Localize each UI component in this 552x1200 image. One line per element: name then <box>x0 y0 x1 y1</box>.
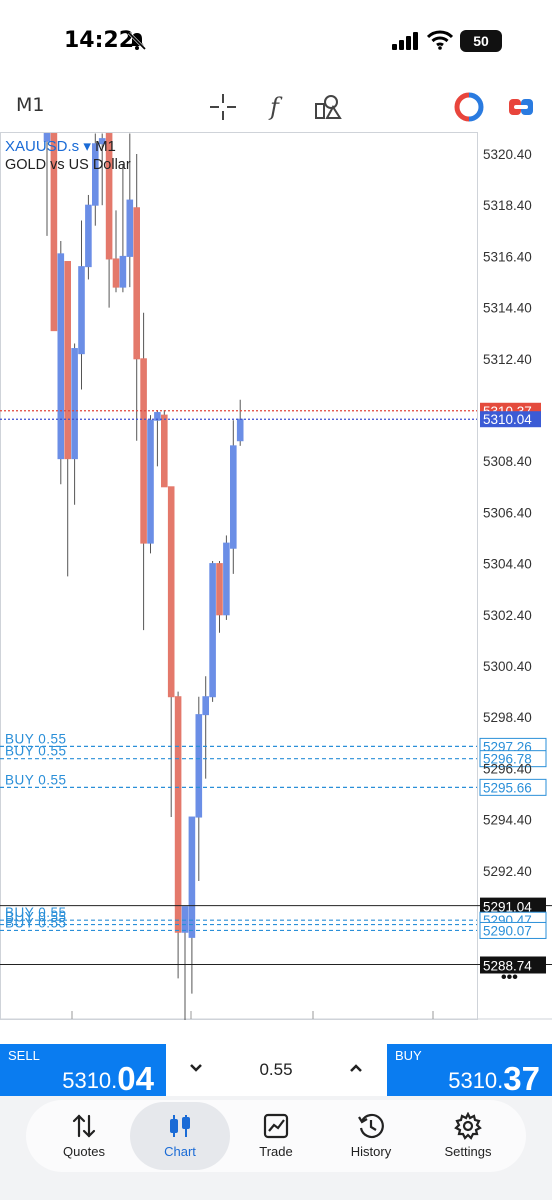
nav-history[interactable]: History <box>321 1102 421 1170</box>
wifi-icon <box>427 30 453 50</box>
nav-chart[interactable]: Chart <box>130 1102 230 1170</box>
trade-line-chart-icon <box>263 1113 289 1139</box>
order-label: BUY 0.55 <box>5 772 67 787</box>
candle-body <box>209 563 216 698</box>
history-clock-icon <box>358 1113 384 1139</box>
buy-price: 5310.37 <box>448 1060 540 1097</box>
trade-levels-icon[interactable] <box>506 92 536 122</box>
quotes-arrows-icon <box>72 1114 96 1138</box>
candle-body <box>78 266 85 355</box>
plot-frame <box>0 132 478 1020</box>
candle-body <box>133 207 140 360</box>
candle-body <box>195 714 203 818</box>
cellular-signal-icon <box>392 32 418 50</box>
one-click-trading-icon[interactable] <box>454 92 484 122</box>
price-tick-label: 5296.40 <box>483 761 532 776</box>
status-bar: 14:22 50 <box>0 0 552 80</box>
settings-gear-icon <box>454 1112 482 1140</box>
symbol-description: GOLD vs US Dollar <box>5 157 131 173</box>
price-tick-label: 5320.40 <box>483 147 532 162</box>
symbol-dropdown-icon[interactable]: ▾ <box>83 138 91 155</box>
lot-decrease-icon[interactable] <box>186 1058 206 1078</box>
order-price-label: 5295.66 <box>483 780 532 795</box>
more-menu-icon: ••• <box>501 969 518 986</box>
price-tick-label: 5292.40 <box>483 864 532 879</box>
nav-label-quotes: Quotes <box>63 1144 105 1159</box>
status-time: 14:22 <box>64 28 135 53</box>
candle-body <box>181 906 189 933</box>
sell-price: 5310.04 <box>62 1060 154 1097</box>
sell-label: SELL <box>8 1048 40 1063</box>
price-tick-label: 5314.40 <box>483 301 532 316</box>
candle-body <box>216 563 223 616</box>
chart-symbol[interactable]: XAUUSD.s ▾ M1 <box>5 137 116 155</box>
silent-bell-icon <box>127 31 147 51</box>
nav-trade[interactable]: Trade <box>226 1102 326 1170</box>
price-tick-label: 5318.40 <box>483 198 532 213</box>
buy-label: BUY <box>395 1048 422 1063</box>
lot-increase-icon[interactable] <box>346 1058 366 1078</box>
price-tick-label: 5316.40 <box>483 249 532 264</box>
symbol-timeframe: M1 <box>95 138 116 155</box>
lot-size[interactable]: 0.55 <box>236 1060 316 1080</box>
sell-button[interactable]: SELL 5310.04 <box>0 1044 166 1097</box>
indicator-f-icon[interactable]: f <box>262 92 292 122</box>
symbol-name: XAUUSD.s <box>5 138 80 155</box>
candle-body <box>140 358 147 544</box>
order-price-label: 5290.07 <box>483 923 532 938</box>
bid-price-label: 5310.04 <box>483 412 532 427</box>
timeframe-button[interactable]: M1 <box>16 94 44 116</box>
price-tick-label: 5306.40 <box>483 505 532 520</box>
order-label: BUY 0.55 <box>5 915 67 930</box>
nav-quotes[interactable]: Quotes <box>34 1102 134 1170</box>
candle-body <box>223 542 230 616</box>
price-tick-label: 5298.40 <box>483 710 532 725</box>
candle-body <box>174 696 182 933</box>
nav-label-trade: Trade <box>259 1144 293 1159</box>
price-chart[interactable]: BUY 0.55 BUY 0.55 BUY 0.55 BUY 0.55 BUY 0.55… <box>0 132 552 1020</box>
candle-body <box>147 419 154 544</box>
price-tick-label: 5302.40 <box>483 608 532 623</box>
crosshair-icon[interactable] <box>208 92 238 122</box>
order-label: BUY 0.55 <box>5 744 67 759</box>
price-tick-label: 5304.40 <box>483 557 532 572</box>
candle-body <box>64 261 72 460</box>
candle-body <box>112 258 120 288</box>
svg-text:f: f <box>268 93 283 121</box>
battery-indicator: 50 <box>460 30 502 52</box>
candle-body <box>126 199 134 257</box>
candle-body <box>57 253 65 460</box>
candlestick-chart-icon <box>170 1115 190 1137</box>
candle-body <box>167 486 175 698</box>
nav-label-chart: Chart <box>164 1144 196 1159</box>
price-tick-label: 5308.40 <box>483 454 532 469</box>
nav-label-history: History <box>350 1144 392 1159</box>
price-tick-label: 5300.40 <box>483 659 532 674</box>
candle-body <box>202 696 209 716</box>
candle-body <box>119 255 127 288</box>
candle-body <box>71 348 78 460</box>
candle-body <box>85 204 92 268</box>
candle-body <box>188 816 196 938</box>
buy-button[interactable]: BUY 5310.37 <box>387 1044 552 1097</box>
candle-body <box>161 414 168 488</box>
price-tick-label: 5294.40 <box>483 813 532 828</box>
nav-settings[interactable]: Settings <box>418 1102 518 1170</box>
candle-body <box>236 418 244 442</box>
nav-label-settings: Settings <box>444 1144 492 1159</box>
price-tick-label: 5312.40 <box>483 352 532 367</box>
candle-body <box>230 445 237 549</box>
candlestick-chart[interactable]: BUY 0.55BUY 0.55BUY 0.55BUY 0.55BUY 0.55… <box>0 132 552 1020</box>
objects-icon[interactable] <box>313 92 343 122</box>
